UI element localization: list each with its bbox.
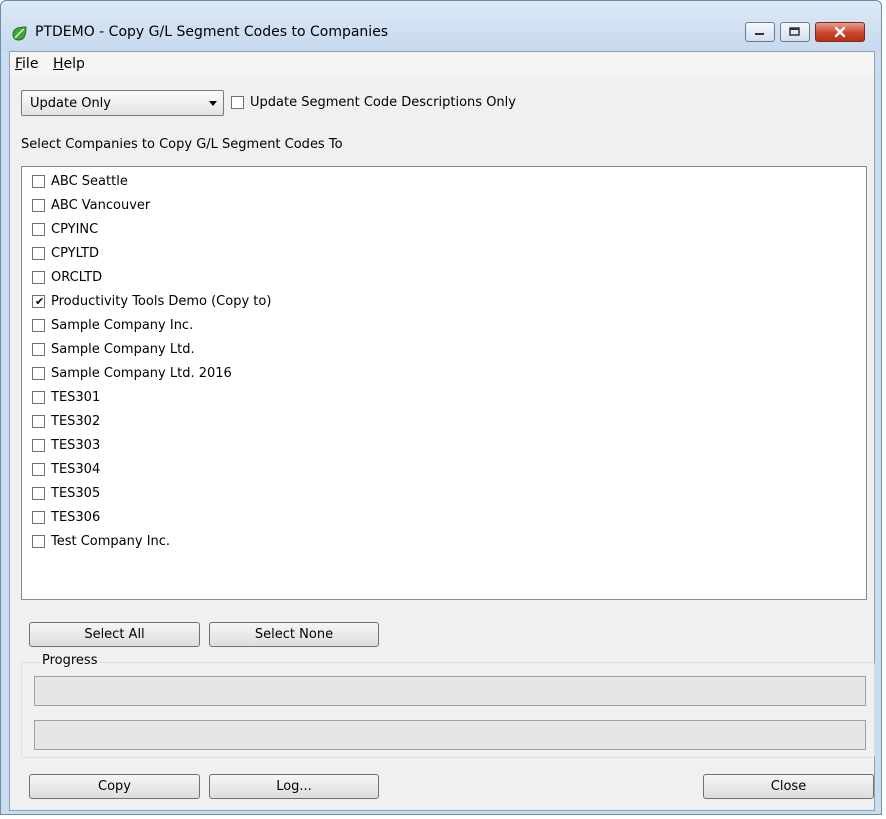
chevron-down-icon — [209, 101, 217, 106]
progress-bar-secondary — [34, 720, 866, 750]
company-checkbox[interactable] — [32, 342, 45, 356]
menu-file-label: ile — [22, 56, 39, 72]
company-label: ABC Vancouver — [51, 197, 151, 213]
company-list-item[interactable]: Sample Company Inc. — [32, 315, 193, 335]
copy-button[interactable]: Copy — [29, 774, 200, 799]
company-label: TES306 — [51, 509, 101, 525]
company-list-item[interactable]: TES301 — [32, 387, 100, 407]
company-checkbox[interactable] — [32, 486, 45, 500]
company-list-item[interactable]: ORCLTD — [32, 267, 102, 287]
company-checkbox[interactable] — [32, 510, 45, 524]
company-checkbox[interactable] — [32, 222, 45, 236]
company-list-item[interactable]: TES306 — [32, 507, 100, 527]
company-checkbox[interactable] — [32, 534, 45, 548]
company-list-item[interactable]: TES303 — [32, 435, 100, 455]
company-label: TES304 — [51, 461, 101, 477]
menu-help[interactable]: Help — [53, 56, 85, 72]
company-label: ORCLTD — [51, 269, 103, 285]
maximize-button[interactable] — [780, 22, 810, 42]
select-none-button[interactable]: Select None — [209, 622, 379, 647]
update-desc-only-label: Update Segment Code Descriptions Only — [250, 95, 516, 110]
menu-file[interactable]: File — [15, 56, 38, 72]
window-title: PTDEMO - Copy G/L Segment Codes to Compa… — [35, 24, 389, 40]
company-label: Test Company Inc. — [51, 533, 171, 549]
menu-file-mnemonic: F — [15, 56, 23, 72]
company-label: TES302 — [51, 413, 101, 429]
log-button[interactable]: Log... — [209, 774, 379, 799]
update-desc-only-checkbox[interactable] — [231, 96, 244, 109]
company-list-item[interactable]: CPYINC — [32, 219, 98, 239]
company-checkbox[interactable] — [32, 174, 45, 188]
menu-bar: File Help — [10, 52, 874, 76]
company-checkbox[interactable] — [32, 462, 45, 476]
company-list-item[interactable]: Sample Company Ltd. 2016 — [32, 363, 232, 383]
company-list-item[interactable]: ABC Vancouver — [32, 195, 150, 215]
company-list-item[interactable]: Test Company Inc. — [32, 531, 170, 551]
company-list-item[interactable]: TES305 — [32, 483, 100, 503]
company-list-item[interactable]: ✔ Productivity Tools Demo (Copy to) — [32, 291, 271, 311]
minimize-button[interactable] — [745, 22, 775, 42]
menu-help-mnemonic: H — [53, 56, 64, 72]
app-window: PTDEMO - Copy G/L Segment Codes to Compa… — [0, 0, 882, 815]
app-leaf-icon — [12, 26, 27, 41]
maximize-icon — [789, 27, 800, 36]
select-all-button[interactable]: Select All — [29, 622, 200, 647]
company-checkbox[interactable]: ✔ — [32, 294, 45, 308]
company-list-item[interactable]: CPYLTD — [32, 243, 99, 263]
progress-bar-primary — [34, 676, 866, 706]
company-list-item[interactable]: Sample Company Ltd. — [32, 339, 195, 359]
company-label: TES301 — [51, 389, 101, 405]
minimize-icon — [755, 33, 764, 35]
close-button[interactable]: Close — [703, 774, 874, 799]
company-label: Sample Company Ltd. 2016 — [51, 365, 232, 381]
company-label: Sample Company Ltd. — [51, 341, 195, 357]
company-label: ABC Seattle — [51, 173, 128, 189]
company-checkbox[interactable] — [32, 318, 45, 332]
company-label: TES303 — [51, 437, 101, 453]
company-label: Productivity Tools Demo (Copy to) — [51, 293, 272, 309]
company-list-item[interactable]: TES304 — [32, 459, 100, 479]
mode-select[interactable]: Update Only — [21, 90, 224, 116]
companies-section-label: Select Companies to Copy G/L Segment Cod… — [21, 137, 343, 152]
company-checkbox[interactable] — [32, 390, 45, 404]
company-checkbox[interactable] — [32, 270, 45, 284]
company-list-item[interactable]: ABC Seattle — [32, 171, 128, 191]
company-checkbox[interactable] — [32, 438, 45, 452]
progress-label: Progress — [39, 653, 101, 668]
company-label: CPYINC — [51, 221, 99, 237]
company-checkbox[interactable] — [32, 198, 45, 212]
company-list-item[interactable]: TES302 — [32, 411, 100, 431]
close-window-button[interactable] — [815, 22, 865, 42]
close-icon — [834, 26, 846, 38]
company-list[interactable]: ABC Seattle ABC Vancouver CPYINC CPYLTD ORCL… — [21, 166, 867, 600]
title-bar[interactable]: PTDEMO - Copy G/L Segment Codes to Compa… — [1, 1, 881, 51]
menu-help-label: elp — [63, 56, 85, 72]
client-area: File Help Update Only Update Segment Cod… — [9, 51, 875, 811]
mode-select-value: Update Only — [30, 96, 111, 111]
company-checkbox[interactable] — [32, 366, 45, 380]
company-checkbox[interactable] — [32, 246, 45, 260]
company-label: Sample Company Inc. — [51, 317, 194, 333]
company-label: CPYLTD — [51, 245, 99, 261]
check-icon: ✔ — [35, 294, 45, 308]
company-label: TES305 — [51, 485, 101, 501]
company-checkbox[interactable] — [32, 414, 45, 428]
